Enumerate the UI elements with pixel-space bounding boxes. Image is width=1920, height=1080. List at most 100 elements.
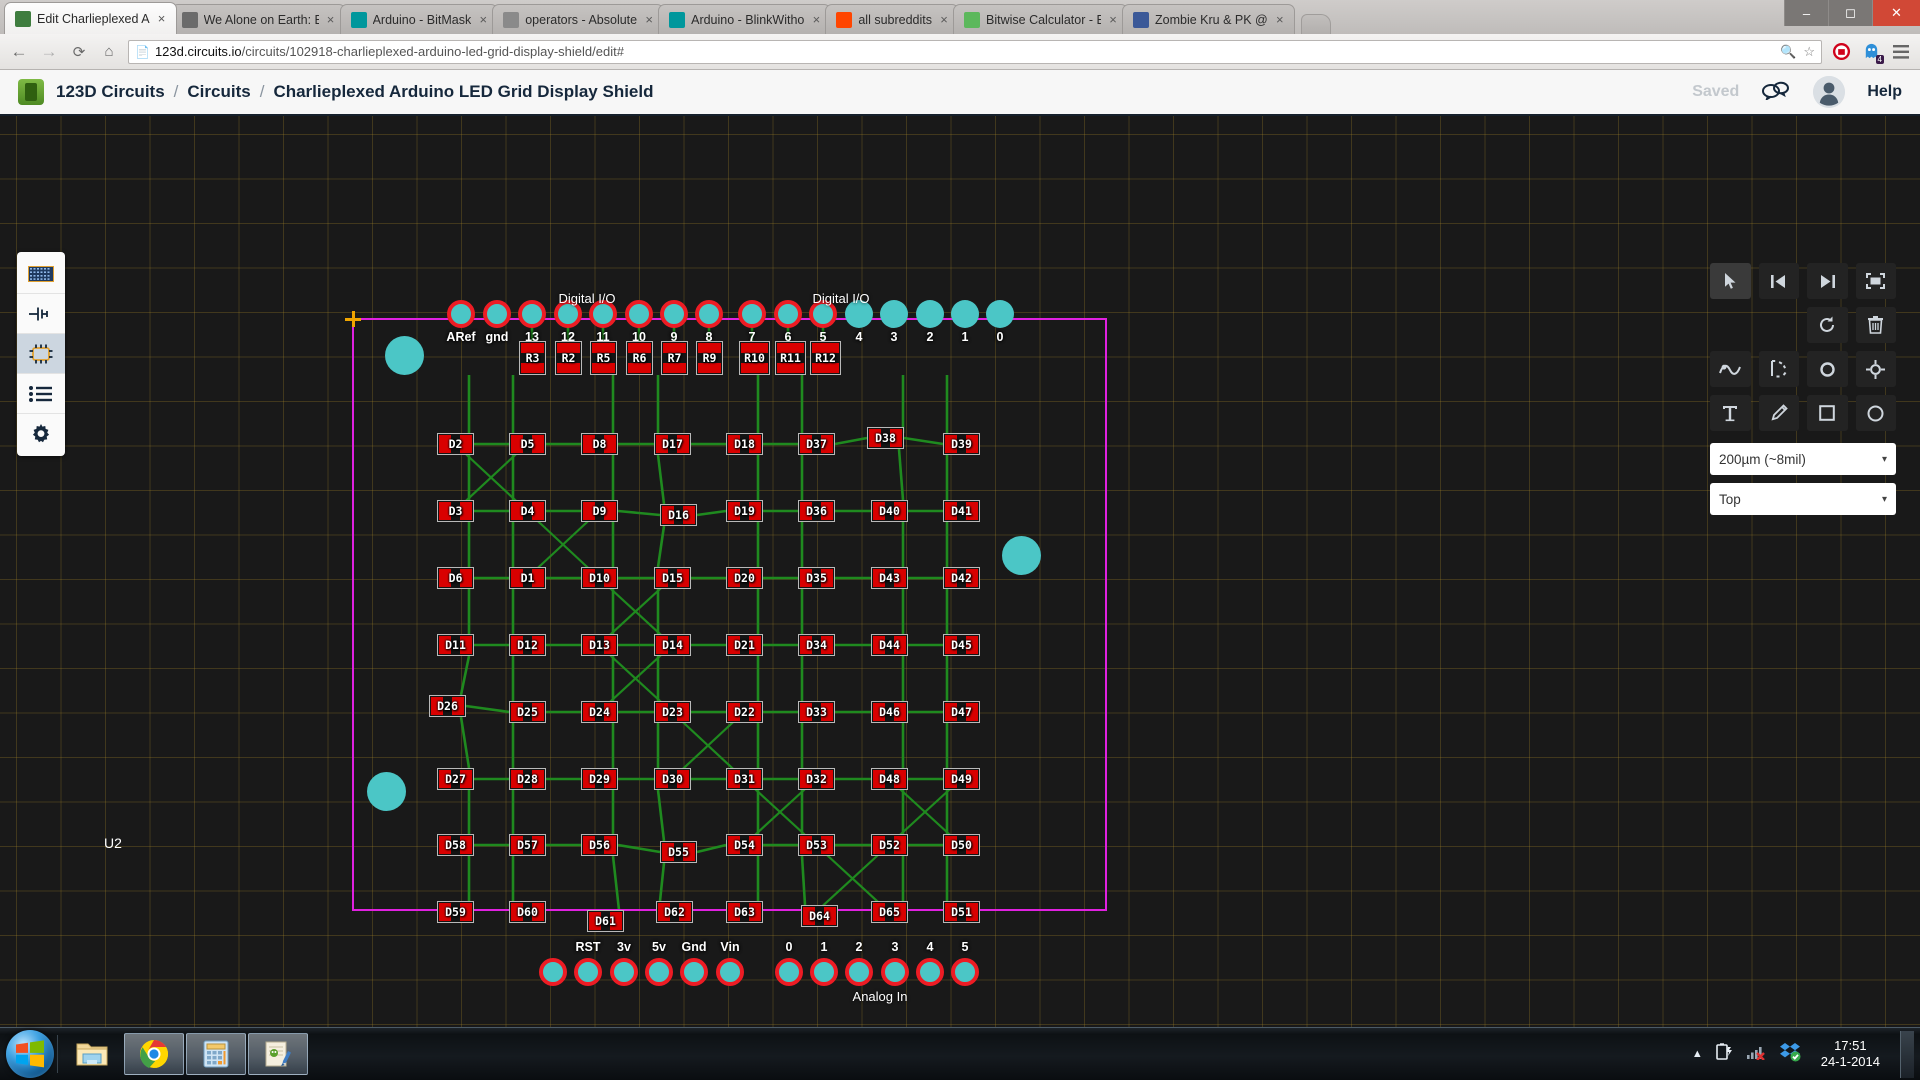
taskbar-google-chrome[interactable] [124,1033,184,1075]
select-area-tool[interactable] [1856,263,1897,299]
led-D29[interactable]: D29 [581,768,618,790]
star-icon[interactable]: ☆ [1803,44,1815,60]
led-D31[interactable]: D31 [726,768,763,790]
via-tool[interactable] [1807,351,1848,387]
led-D58[interactable]: D58 [437,834,474,856]
text-tool[interactable] [1710,395,1751,431]
tab-close-icon[interactable]: × [477,13,489,26]
led-D54[interactable]: D54 [726,834,763,856]
led-D63[interactable]: D63 [726,901,763,923]
led-D26[interactable]: D26 [429,695,466,717]
tab-close-icon[interactable]: × [156,12,168,25]
analog-pad-1[interactable] [810,958,838,986]
header-pad-digital-8[interactable] [695,300,723,328]
led-D25[interactable]: D25 [509,701,546,723]
page-info-icon[interactable]: 📄 [135,45,150,59]
mounting-hole[interactable] [385,336,424,375]
led-D65[interactable]: D65 [871,901,908,923]
led-D64[interactable]: D64 [801,905,838,927]
taskbar-notepad-editor[interactable] [248,1033,308,1075]
new-tab-button[interactable] [1301,14,1331,34]
header-pad-digital-7[interactable] [738,300,766,328]
led-D8[interactable]: D8 [581,433,618,455]
settings-tool[interactable] [17,414,65,454]
power-pad-5v[interactable] [645,958,673,986]
analog-pad-5[interactable] [951,958,979,986]
resistor-R10[interactable]: R10 [739,341,770,375]
tab-close-icon[interactable]: × [1274,13,1286,26]
led-D27[interactable]: D27 [437,768,474,790]
tab-close-icon[interactable]: × [1107,13,1119,26]
mounting-hole[interactable] [1002,536,1041,575]
forward-icon[interactable]: → [38,41,60,63]
maximize-button[interactable]: ◻ [1828,0,1872,26]
resistor-R12[interactable]: R12 [810,341,841,375]
analog-pad-0[interactable] [775,958,803,986]
power-pad-3v[interactable] [610,958,638,986]
led-D39[interactable]: D39 [943,433,980,455]
led-D57[interactable]: D57 [509,834,546,856]
tab-close-icon[interactable]: × [810,13,822,26]
resistor-R2[interactable]: R2 [555,341,582,375]
zoom-icon[interactable]: 🔍 [1780,44,1796,60]
network-error-icon[interactable] [1747,1044,1767,1065]
pcb-board[interactable]: U2 ARefgnd131211109876543210R3R2R5R6R7R9… [352,196,1107,911]
resistor-R3[interactable]: R3 [519,341,546,375]
led-D38[interactable]: D38 [867,427,904,449]
browser-tab[interactable]: We Alone on Earth: E× [171,4,346,34]
led-D47[interactable]: D47 [943,701,980,723]
led-D22[interactable]: D22 [726,701,763,723]
circle-tool[interactable] [1856,395,1897,431]
led-D36[interactable]: D36 [798,500,835,522]
led-D16[interactable]: D16 [660,504,697,526]
battery-charging-icon[interactable] [1715,1043,1735,1066]
select-tool[interactable] [1710,263,1751,299]
send-to-back-tool[interactable] [1759,263,1800,299]
led-D23[interactable]: D23 [654,701,691,723]
analog-pad-2[interactable] [845,958,873,986]
polygon-tool[interactable] [1759,351,1800,387]
bring-to-front-tool[interactable] [1807,263,1848,299]
led-D5[interactable]: D5 [509,433,546,455]
led-D60[interactable]: D60 [509,901,546,923]
led-D56[interactable]: D56 [581,834,618,856]
tab-close-icon[interactable]: × [325,13,337,26]
led-D2[interactable]: D2 [437,433,474,455]
analog-pad-4[interactable] [916,958,944,986]
trace-width-select[interactable]: 200µm (~8mil) ▾ [1710,443,1896,475]
led-D51[interactable]: D51 [943,901,980,923]
header-pad-digital-2[interactable] [916,300,944,328]
resistor-R5[interactable]: R5 [590,341,617,375]
pcb-tool[interactable] [17,334,65,374]
led-D28[interactable]: D28 [509,768,546,790]
led-D19[interactable]: D19 [726,500,763,522]
pcb-canvas[interactable]: 200µm (~8mil) ▾ Top ▾ U2 [0,116,1920,1027]
led-D35[interactable]: D35 [798,567,835,589]
led-D21[interactable]: D21 [726,634,763,656]
led-D50[interactable]: D50 [943,834,980,856]
close-button[interactable]: ✕ [1872,0,1920,26]
show-hidden-icons-icon[interactable]: ▲ [1692,1048,1703,1060]
resistor-R9[interactable]: R9 [696,341,723,375]
led-D42[interactable]: D42 [943,567,980,589]
dropbox-icon[interactable] [1779,1042,1801,1067]
power-pad-RST[interactable] [574,958,602,986]
menu-icon[interactable] [1890,41,1912,63]
led-D13[interactable]: D13 [581,634,618,656]
led-D48[interactable]: D48 [871,768,908,790]
show-desktop-button[interactable] [1900,1031,1914,1078]
power-pad-unlabeled[interactable] [539,958,567,986]
led-D40[interactable]: D40 [871,500,908,522]
led-D45[interactable]: D45 [943,634,980,656]
header-pad-digital-gnd[interactable] [483,300,511,328]
layer-select[interactable]: Top ▾ [1710,483,1896,515]
browser-tab[interactable]: Bitwise Calculator - E× [953,4,1128,34]
reload-icon[interactable]: ⟳ [68,41,90,63]
breadboard-tool[interactable] [17,254,65,294]
led-D41[interactable]: D41 [943,500,980,522]
led-D3[interactable]: D3 [437,500,474,522]
led-D49[interactable]: D49 [943,768,980,790]
header-pad-digital-6[interactable] [774,300,802,328]
analog-pad-3[interactable] [881,958,909,986]
led-D53[interactable]: D53 [798,834,835,856]
